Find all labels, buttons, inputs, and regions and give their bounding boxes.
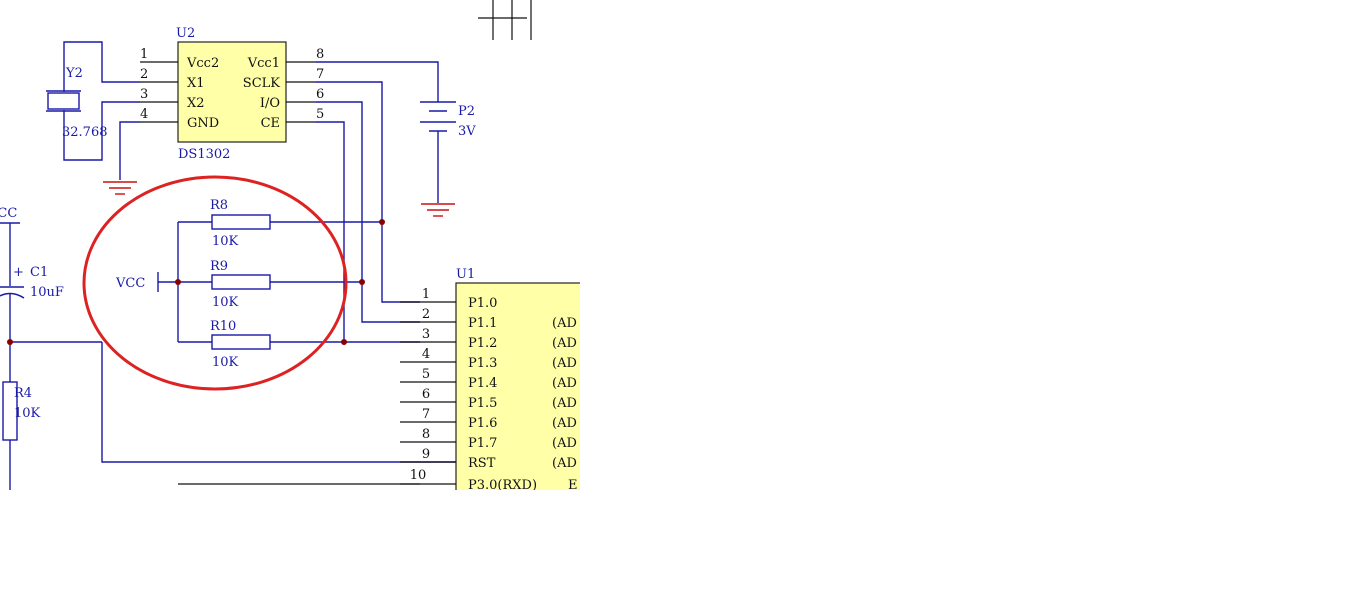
u2-pin-num: 8 xyxy=(316,47,324,62)
u1-pin-num: 9 xyxy=(422,447,430,462)
u1-pin-name: P1.3 xyxy=(468,356,497,371)
u2-ref: U2 xyxy=(176,26,195,41)
capacitor-value: 10uF xyxy=(30,285,64,300)
partial-symbol-top xyxy=(478,0,532,40)
battery-p2: P2 3V xyxy=(316,61,476,217)
u2-pin-num: 6 xyxy=(316,87,324,102)
r10-ref: R10 xyxy=(210,319,236,334)
u2-pin-name: Vcc2 xyxy=(186,56,219,71)
battery-ref: P2 xyxy=(458,104,475,119)
u1-pin-num: 1 xyxy=(422,287,430,302)
u1-pin-name: RST xyxy=(468,456,496,471)
r4-ref: R4 xyxy=(14,386,32,401)
u2-pin-name: SCLK xyxy=(243,76,280,91)
capacitor-polarity: + xyxy=(13,265,24,280)
u2-pin-num: 1 xyxy=(140,47,148,62)
u1-pin-num: 5 xyxy=(422,367,430,382)
r9-value: 10K xyxy=(212,295,239,310)
u1-pin-alt: (AD xyxy=(552,396,577,411)
u2-gnd xyxy=(103,121,140,195)
crystal-value: 32.768 xyxy=(62,125,108,140)
crystal-ref: Y2 xyxy=(65,66,83,81)
r9-ref: R9 xyxy=(210,259,228,274)
u1-pin-name: P1.4 xyxy=(468,376,497,391)
u2-pin-num: 2 xyxy=(140,67,148,82)
u2-pin-name: Vcc1 xyxy=(247,56,280,71)
u2-pin-num: 4 xyxy=(140,107,148,122)
u1-pin-num: 2 xyxy=(422,307,430,322)
crystal-y2: Y2 32.768 xyxy=(46,41,140,161)
u1-pin-num: 6 xyxy=(422,387,430,402)
u1-pin-name: P1.5 xyxy=(468,396,497,411)
u1-pin-num: 10 xyxy=(410,468,427,483)
u1-pin-alt: (AD xyxy=(552,456,577,471)
u2-ds1302: U2 DS1302 1 2 3 4 Vcc2 X1 X2 GND 8 7 6 5… xyxy=(140,26,324,162)
u1-pin-alt: (AD xyxy=(552,416,577,431)
schematic-sheet: U2 DS1302 1 2 3 4 Vcc2 X1 X2 GND 8 7 6 5… xyxy=(0,0,580,493)
u1-ref: U1 xyxy=(456,267,475,282)
u1-mcu: U1 1 2 3 4 5 6 7 8 9 10 P1.0 P1.1 P1.2 P… xyxy=(400,267,580,493)
junction-dot xyxy=(341,339,347,345)
u2-pin-name: GND xyxy=(187,116,219,131)
battery-value: 3V xyxy=(458,124,476,139)
u1-pin-num: 8 xyxy=(422,427,430,442)
u2-part: DS1302 xyxy=(178,147,230,162)
junction-dot xyxy=(359,279,365,285)
u1-pin-alt: (AD xyxy=(552,316,577,331)
schematic-diagram: U2 DS1302 1 2 3 4 Vcc2 X1 X2 GND 8 7 6 5… xyxy=(0,0,580,493)
u1-pin-name: P1.7 xyxy=(468,436,497,451)
u1-pin-alt: (AD xyxy=(552,336,577,351)
u1-pin-alt: E xyxy=(568,478,578,493)
u1-pin-name: P1.2 xyxy=(468,336,497,351)
u1-pin-num: 7 xyxy=(422,407,430,422)
u1-pin-name: P3.0(RXD) xyxy=(468,478,537,493)
u2-pin-name: X2 xyxy=(187,96,205,111)
junction-dot xyxy=(379,219,385,225)
pullup-vcc-label: VCC xyxy=(115,276,145,291)
capacitor-ref: C1 xyxy=(30,265,48,280)
u1-pin-name: P1.1 xyxy=(468,316,497,331)
u2-u1-wires xyxy=(316,81,420,343)
u2-pin-name: CE xyxy=(261,116,280,131)
resistor-r8 xyxy=(211,214,271,230)
junction-dot xyxy=(7,339,13,345)
u2-pin-num: 3 xyxy=(140,87,148,102)
u1-pin-alt: (AD xyxy=(552,436,577,451)
u2-pin-name: X1 xyxy=(187,76,205,91)
u2-pin-name: I/O xyxy=(260,96,280,111)
u1-pin-num: 3 xyxy=(422,327,430,342)
u1-pin-name: P1.0 xyxy=(468,296,497,311)
u2-pin-num: 7 xyxy=(316,67,324,82)
junction-dot xyxy=(175,279,181,285)
vcc-left-label: VCC xyxy=(0,206,17,221)
u1-pin-num: 4 xyxy=(422,347,430,362)
u1-pin-name: P1.6 xyxy=(468,416,497,431)
u1-pin-alt: (AD xyxy=(552,376,577,391)
r8-value: 10K xyxy=(212,234,239,249)
u2-pin-num: 5 xyxy=(316,107,324,122)
r8-ref: R8 xyxy=(210,198,228,213)
r4-value: 10K xyxy=(14,406,41,421)
r10-value: 10K xyxy=(212,355,239,370)
resistor-r10 xyxy=(211,334,271,350)
u1-pin-alt: (AD xyxy=(552,356,577,371)
resistor-r9 xyxy=(211,274,271,290)
